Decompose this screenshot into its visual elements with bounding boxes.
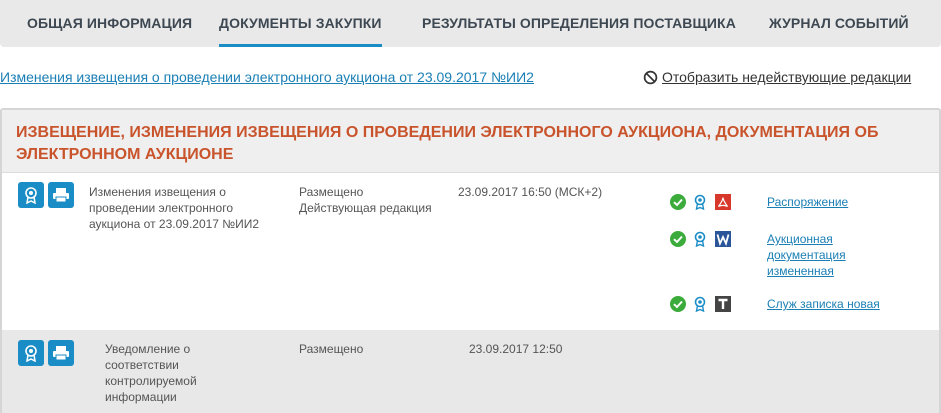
notice-change-link[interactable]: Изменения извещения о проведении электро… (0, 69, 534, 85)
documents-panel: ИЗВЕЩЕНИЕ, ИЗМЕНЕНИЯ ИЗВЕЩЕНИЯ О ПРОВЕДЕ… (0, 108, 941, 413)
file-link-order[interactable]: Распоряжение (767, 194, 848, 210)
printer-icon (53, 346, 69, 361)
certificate-icon (25, 345, 37, 362)
ban-icon (643, 70, 658, 85)
certificate-icon (25, 187, 37, 204)
tab-supplier-results[interactable]: РЕЗУЛЬТАТЫ ОПРЕДЕЛЕНИЯ ПОСТАВЩИКА (422, 0, 736, 47)
document-date: 23.09.2017 12:50 (469, 342, 563, 356)
print-button[interactable] (48, 340, 74, 366)
panel-header: ИЗВЕЩЕНИЕ, ИЗМЕНЕНИЯ ИЗВЕЩЕНИЯ О ПРОВЕДЕ… (2, 110, 939, 173)
signature-badge-icon[interactable] (692, 194, 708, 210)
file-link-auction-documentation[interactable]: Аукционная документация измененная (767, 231, 877, 279)
text-file-icon (715, 296, 731, 312)
check-icon (670, 296, 686, 312)
tab-procurement-documents[interactable]: ДОКУМЕНТЫ ЗАКУПКИ (219, 0, 382, 47)
word-icon (715, 231, 731, 247)
document-name: Изменения извещения о проведении электро… (89, 185, 260, 231)
check-icon (670, 194, 686, 210)
status-current-edition: Действующая редакция (299, 201, 432, 215)
tab-general-info[interactable]: ОБЩАЯ ИНФОРМАЦИЯ (27, 0, 192, 47)
print-button[interactable] (48, 182, 74, 208)
document-date: 23.09.2017 16:50 (МСК+2) (458, 185, 603, 199)
show-inactive-label: Отобразить недействующие редакции (662, 69, 912, 85)
panel-title: ИЗВЕЩЕНИЕ, ИЗМЕНЕНИЯ ИЗВЕЩЕНИЯ О ПРОВЕДЕ… (16, 124, 879, 163)
document-status: Размещено Действующая редакция (299, 184, 432, 216)
signature-button[interactable] (18, 340, 44, 366)
document-row: Уведомление о соответствии контролируемо… (2, 330, 939, 413)
printer-icon (53, 188, 69, 203)
file-link-memo[interactable]: Служ записка новая (767, 296, 880, 312)
tab-event-log[interactable]: ЖУРНАЛ СОБЫТИЙ (769, 0, 909, 47)
status-placed: Размещено (299, 185, 364, 199)
tab-bar: ОБЩАЯ ИНФОРМАЦИЯ ДОКУМЕНТЫ ЗАКУПКИ РЕЗУЛ… (0, 0, 941, 47)
check-icon (670, 231, 686, 247)
document-name: Уведомление о соответствии контролируемо… (105, 342, 197, 404)
document-row: Изменения извещения о проведении электро… (2, 173, 939, 330)
signature-button[interactable] (18, 182, 44, 208)
signature-badge-icon[interactable] (692, 296, 708, 312)
document-status: Размещено (299, 342, 364, 356)
signature-badge-icon[interactable] (692, 231, 708, 247)
pdf-icon (715, 194, 731, 210)
show-inactive-toggle[interactable]: Отобразить недействующие редакции (643, 69, 911, 85)
